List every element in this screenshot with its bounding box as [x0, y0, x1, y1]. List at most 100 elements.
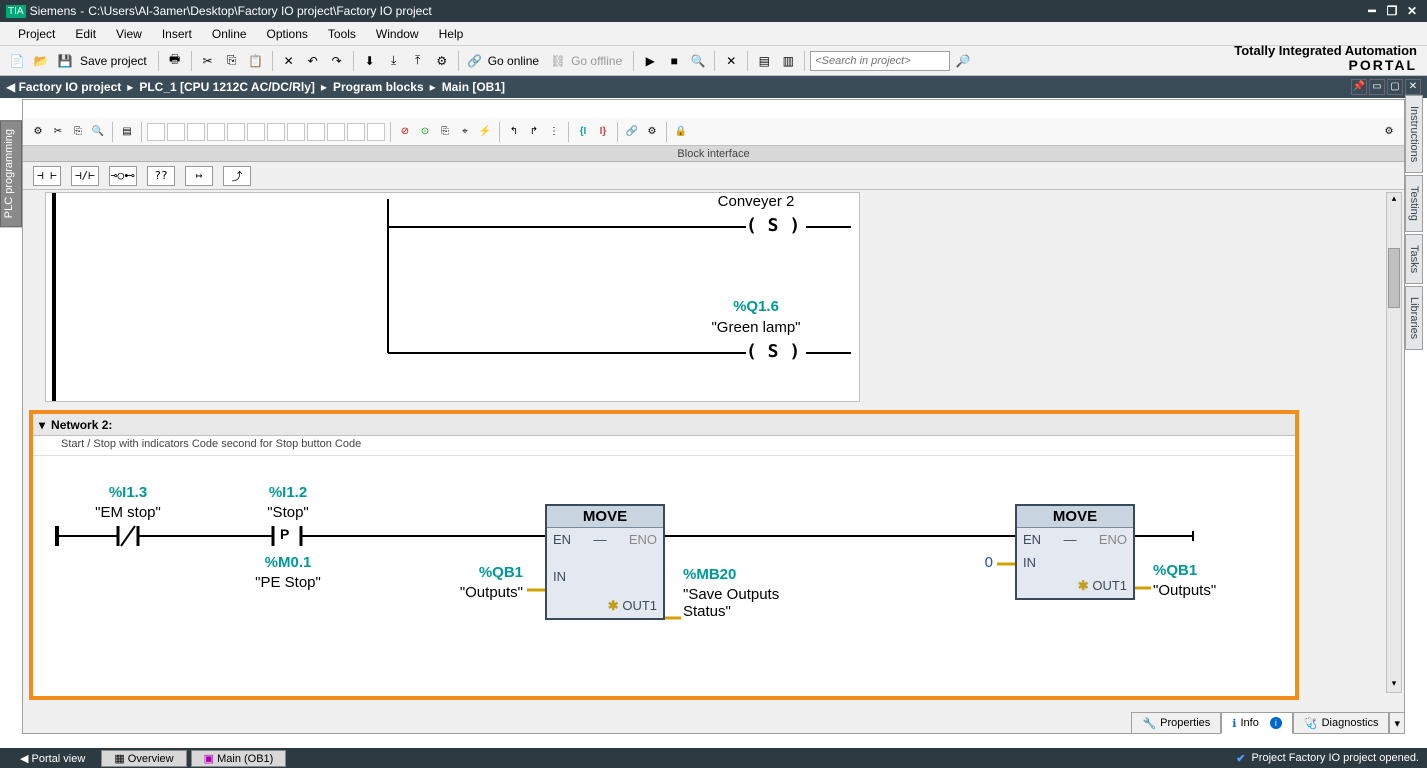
search-go-icon[interactable]: 🔎 — [952, 50, 974, 72]
bc-plc[interactable]: PLC_1 [CPU 1212C AC/DC/Rly] — [139, 80, 315, 94]
bc-blocks[interactable]: Program blocks — [333, 80, 424, 94]
etb-icon-10[interactable] — [227, 123, 245, 141]
editor-pin-icon[interactable]: 📌 — [1351, 79, 1367, 95]
menu-view[interactable]: View — [106, 25, 152, 43]
portal-view-button[interactable]: ◀ Portal view — [8, 751, 97, 766]
etb-icon-19[interactable]: ⊙ — [416, 123, 434, 141]
go-online-icon[interactable]: 🔗 — [464, 50, 486, 72]
etb-icon-23[interactable]: ↰ — [505, 123, 523, 141]
etb-icon-21[interactable]: ⌖ — [456, 123, 474, 141]
start-cpu-icon[interactable]: ▶ — [639, 50, 661, 72]
move2-out-tag[interactable]: "Outputs" — [1153, 582, 1253, 599]
etb-icon-18[interactable]: ⊘ — [396, 123, 414, 141]
move2-out-addr[interactable]: %QB1 — [1153, 562, 1253, 579]
etb-icon-8[interactable] — [187, 123, 205, 141]
bc-main[interactable]: Main [OB1] — [442, 80, 505, 94]
close-button[interactable]: ✕ — [1403, 4, 1421, 18]
editor-float-icon[interactable]: ▭ — [1369, 79, 1385, 95]
go-online-label[interactable]: Go online — [488, 54, 545, 68]
tab-testing[interactable]: Testing — [1405, 175, 1423, 232]
open-project-icon[interactable]: 📂 — [30, 50, 52, 72]
etb-icon-13[interactable] — [287, 123, 305, 141]
lad-branch[interactable]: ↦ — [185, 166, 213, 186]
scroll-down-icon[interactable]: ▾ — [1387, 678, 1401, 692]
in1-tag[interactable]: "EM stop" — [78, 504, 178, 521]
etb-icon-29[interactable]: ⚙ — [643, 123, 661, 141]
main-ob1-tab[interactable]: ▣ Main (OB1) — [191, 750, 287, 767]
tab-libraries[interactable]: Libraries — [1405, 286, 1423, 350]
vertical-scrollbar[interactable]: ▴ ▾ — [1386, 192, 1402, 693]
overview-tab[interactable]: ▦ Overview — [101, 750, 186, 767]
tab-info[interactable]: ℹInfo i — [1221, 712, 1293, 734]
network-1-partial[interactable]: Conveyer 2 ( S ) %Q1.6 "Green lamp" ( S … — [45, 192, 860, 402]
bc-project[interactable]: Factory IO project — [19, 80, 122, 94]
minimize-button[interactable]: ━ — [1363, 4, 1381, 18]
etb-icon-9[interactable] — [207, 123, 225, 141]
menu-window[interactable]: Window — [366, 25, 429, 43]
cut-icon[interactable]: ✂ — [197, 50, 219, 72]
editor-max-icon[interactable]: ▢ — [1387, 79, 1403, 95]
save-icon[interactable]: 💾 — [54, 50, 76, 72]
block-interface-header[interactable]: Block interface — [23, 146, 1404, 162]
in2-tag[interactable]: "Stop" — [238, 504, 338, 521]
etb-icon-28[interactable]: 🔗 — [623, 123, 641, 141]
redo-icon[interactable]: ↷ — [326, 50, 348, 72]
move1-in-addr[interactable]: %QB1 — [433, 564, 523, 581]
coil-s-1[interactable]: ( S ) — [746, 215, 800, 236]
etb-icon-30[interactable]: 🔒 — [672, 123, 690, 141]
tab-instructions[interactable]: Instructions — [1405, 95, 1423, 173]
etb-icon-7[interactable] — [167, 123, 185, 141]
print-icon[interactable]: 🖶 — [164, 50, 186, 72]
new-project-icon[interactable]: 📄 — [6, 50, 28, 72]
network-2[interactable]: ▾ Network 2: Start / Stop with indicator… — [29, 410, 1299, 700]
ladder-canvas[interactable]: Conveyer 2 ( S ) %Q1.6 "Green lamp" ( S … — [23, 190, 1404, 733]
scroll-up-icon[interactable]: ▴ — [1387, 193, 1401, 207]
restore-button[interactable]: ❐ — [1383, 4, 1401, 18]
net2-title[interactable]: Network 2: — [51, 418, 112, 432]
menu-tools[interactable]: Tools — [318, 25, 366, 43]
etb-icon-20[interactable]: ⎘ — [436, 123, 454, 141]
etb-icon-17[interactable] — [367, 123, 385, 141]
etb-icon-1[interactable]: ⚙ — [29, 123, 47, 141]
compile-icon[interactable]: ⬇ — [359, 50, 381, 72]
undo-icon[interactable]: ↶ — [302, 50, 324, 72]
split-h-icon[interactable]: ▤ — [753, 50, 775, 72]
cross-ref-icon[interactable]: ✕ — [720, 50, 742, 72]
move1-in-tag[interactable]: "Outputs" — [433, 584, 523, 601]
move1-out-addr[interactable]: %MB20 — [683, 566, 823, 583]
accessible-devices-icon[interactable]: 🔍 — [687, 50, 709, 72]
net2-description[interactable]: Start / Stop with indicators Code second… — [33, 436, 1295, 456]
etb-icon-15[interactable] — [327, 123, 345, 141]
delete-icon[interactable]: ✕ — [278, 50, 300, 72]
tab-diagnostics[interactable]: 🩺Diagnostics — [1293, 712, 1390, 734]
etb-icon-3[interactable]: ⎘ — [69, 123, 87, 141]
menu-insert[interactable]: Insert — [152, 25, 202, 43]
etb-icon-14[interactable] — [307, 123, 325, 141]
net2-collapse-icon[interactable]: ▾ — [39, 418, 45, 432]
menu-options[interactable]: Options — [257, 25, 318, 43]
copy-icon[interactable]: ⎘ — [221, 50, 243, 72]
coil-s-2[interactable]: ( S ) — [746, 341, 800, 362]
move2-in-val[interactable]: 0 — [973, 554, 993, 571]
prop-collapse[interactable]: ▾ — [1389, 712, 1405, 734]
search-input[interactable] — [810, 51, 950, 71]
stop-cpu-icon[interactable]: ■ — [663, 50, 685, 72]
etb-icon-2[interactable]: ✂ — [49, 123, 67, 141]
menu-online[interactable]: Online — [202, 25, 257, 43]
etb-icon-4[interactable]: 🔍 — [89, 123, 107, 141]
etb-icon-22[interactable]: ⚡ — [476, 123, 494, 141]
move-box-1[interactable]: MOVE EN—ENO IN ✱ OUT1 — [545, 504, 665, 620]
etb-icon-11[interactable] — [247, 123, 265, 141]
hw-detect-icon[interactable]: ⚙ — [431, 50, 453, 72]
tab-tasks[interactable]: Tasks — [1405, 234, 1423, 284]
save-label[interactable]: Save project — [78, 54, 153, 68]
etb-monitor-off-icon[interactable]: I} — [594, 123, 612, 141]
menu-project[interactable]: Project — [8, 25, 65, 43]
mem-tag[interactable]: "PE Stop" — [238, 574, 338, 591]
etb-settings-icon[interactable]: ⚙ — [1380, 123, 1398, 141]
lad-empty-box[interactable]: ?? — [147, 166, 175, 186]
scroll-thumb[interactable] — [1388, 248, 1400, 308]
move1-out-tag[interactable]: "Save Outputs Status" — [683, 586, 823, 620]
lad-coil[interactable]: ⊸○⊷ — [109, 166, 137, 186]
go-offline-icon[interactable]: ⛓ — [547, 50, 569, 72]
